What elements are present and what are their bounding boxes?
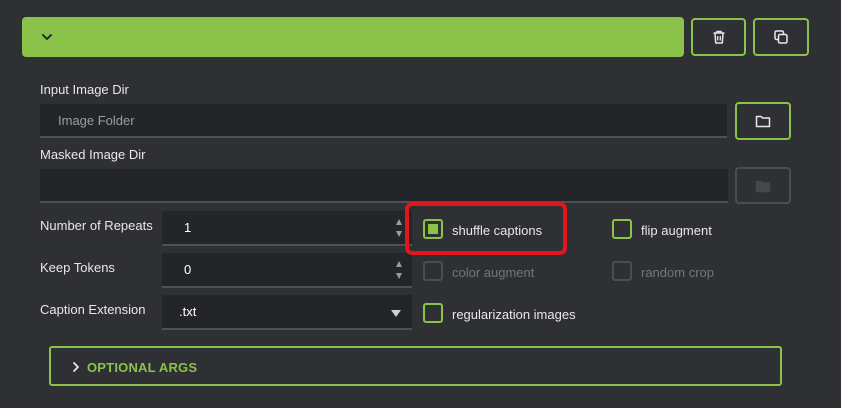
masked-image-dir-browse-button[interactable] <box>735 167 791 204</box>
input-image-dir-label: Input Image Dir <box>40 82 129 97</box>
copy-button[interactable] <box>753 18 809 56</box>
number-of-repeats-input[interactable]: 1 <box>162 211 412 246</box>
chevron-right-icon <box>71 361 81 373</box>
keep-tokens-value: 0 <box>184 262 192 277</box>
keep-tokens-spinner[interactable] <box>396 253 402 286</box>
copy-icon <box>773 29 789 45</box>
regularization-images-label[interactable]: regularization images <box>452 307 576 322</box>
masked-image-dir-label: Masked Image Dir <box>40 147 146 162</box>
keep-tokens-label: Keep Tokens <box>40 260 115 275</box>
increment-arrow-icon[interactable] <box>396 260 402 267</box>
folder-icon <box>755 179 771 193</box>
highlight-annotation <box>405 202 567 255</box>
dropdown-arrow-icon[interactable] <box>391 310 401 317</box>
header-bar[interactable] <box>22 17 684 57</box>
random-crop-label[interactable]: random crop <box>641 265 714 280</box>
delete-button[interactable] <box>691 18 746 56</box>
chevron-down-icon[interactable] <box>40 30 54 44</box>
flip-augment-label[interactable]: flip augment <box>641 223 712 238</box>
caption-extension-label: Caption Extension <box>40 302 146 317</box>
color-augment-label[interactable]: color augment <box>452 265 534 280</box>
number-of-repeats-label: Number of Repeats <box>40 218 153 233</box>
input-image-dir-field[interactable]: Image Folder <box>40 104 727 138</box>
random-crop-checkbox[interactable] <box>612 261 632 281</box>
number-of-repeats-value: 1 <box>184 220 192 235</box>
trash-icon <box>711 29 727 45</box>
decrement-arrow-icon[interactable] <box>396 230 402 237</box>
masked-image-dir-field[interactable] <box>40 169 728 203</box>
flip-augment-checkbox[interactable] <box>612 219 632 239</box>
keep-tokens-input[interactable]: 0 <box>162 253 412 288</box>
color-augment-checkbox[interactable] <box>423 261 443 281</box>
number-of-repeats-spinner[interactable] <box>396 211 402 244</box>
regularization-images-checkbox[interactable] <box>423 303 443 323</box>
caption-extension-value: .txt <box>179 304 197 319</box>
folder-icon <box>755 114 771 128</box>
optional-args-accordion[interactable]: OPTIONAL ARGS <box>49 346 782 386</box>
input-image-dir-placeholder: Image Folder <box>58 112 135 128</box>
increment-arrow-icon[interactable] <box>396 218 402 225</box>
optional-args-label: OPTIONAL ARGS <box>87 360 198 375</box>
caption-extension-select[interactable]: .txt <box>162 295 412 330</box>
input-image-dir-browse-button[interactable] <box>735 102 791 140</box>
decrement-arrow-icon[interactable] <box>396 272 402 279</box>
